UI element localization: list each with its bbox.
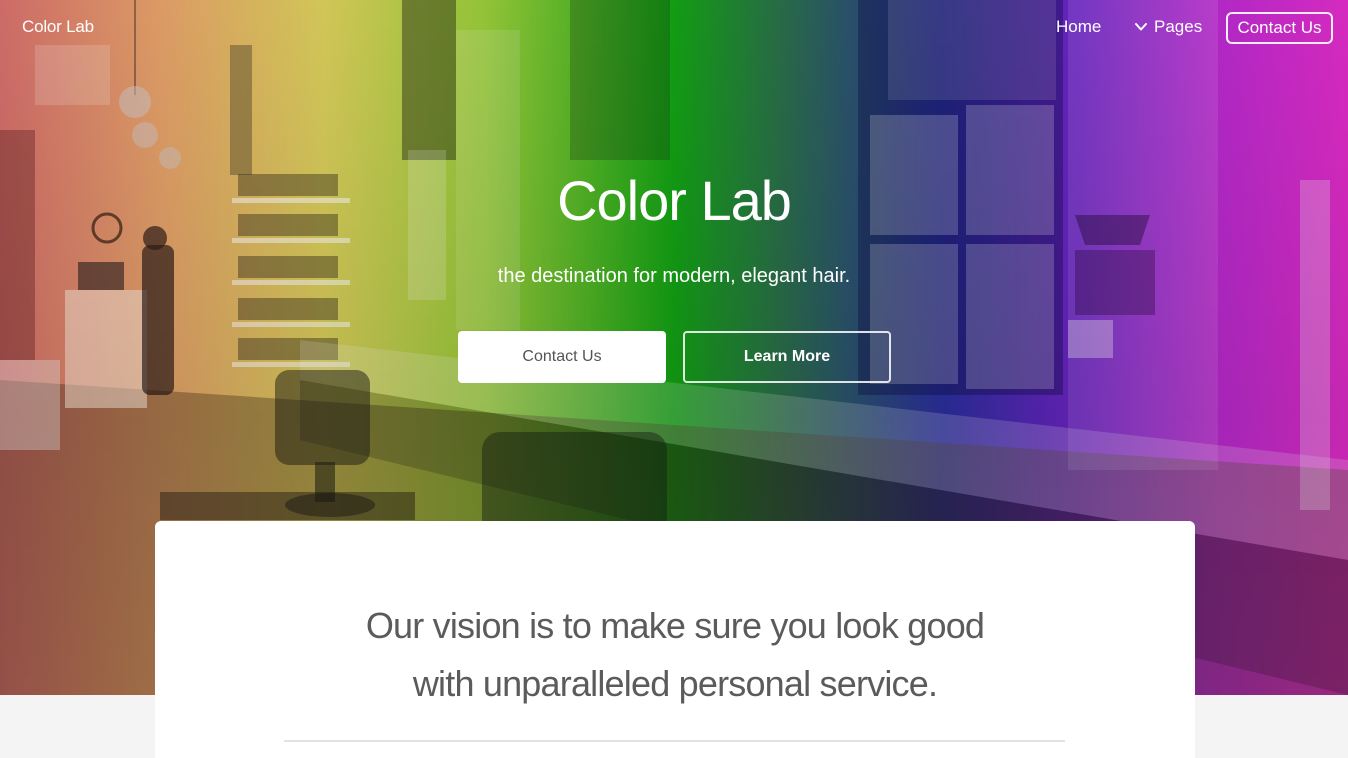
hero-title: Color Lab <box>557 169 792 232</box>
chevron-down-icon <box>1135 23 1147 31</box>
hero-subtitle: the destination for modern, elegant hair… <box>497 265 851 287</box>
page: Color Lab Home Pages Contact Us Color La… <box>0 0 1348 758</box>
hero-contact-button[interactable]: Contact Us <box>458 331 666 383</box>
hero-learn-more-button[interactable]: Learn More <box>683 331 891 383</box>
vision-card: Our vision is to make sure you look good… <box>155 521 1195 758</box>
divider <box>284 740 1065 742</box>
brand-logo-link[interactable]: Color Lab <box>22 17 94 37</box>
vision-statement: Our vision is to make sure you look good… <box>155 597 1195 713</box>
nav-pages-label: Pages <box>1154 17 1203 36</box>
vision-line-1: Our vision is to make sure you look good <box>365 605 985 646</box>
nav-contact-button[interactable]: Contact Us <box>1226 12 1333 44</box>
nav-home-link[interactable]: Home <box>1056 17 1101 37</box>
vision-line-2: with unparalleled personal service. <box>412 663 938 704</box>
nav-pages-dropdown[interactable]: Pages <box>1134 17 1202 37</box>
